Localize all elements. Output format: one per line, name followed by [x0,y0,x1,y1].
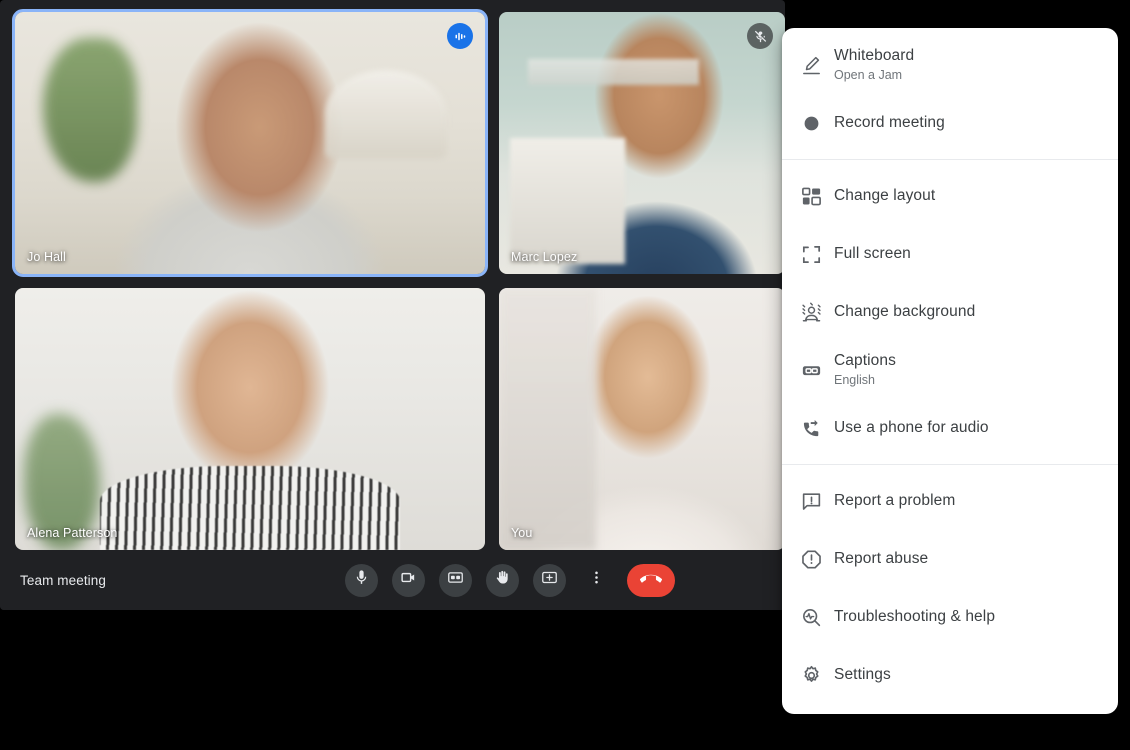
menu-item-full-screen[interactable]: Full screen [782,225,1118,283]
control-bar: Team meeting [0,550,785,610]
menu-item-use-a-phone-for-audio[interactable]: Use a phone for audio [782,399,1118,457]
menu-item-label: Change background [834,303,976,320]
tile-name-label: Jo Hall [27,250,66,264]
tile-name-label: You [511,526,533,540]
meet-window: Jo Hall Marc Lopez Alena Patterson You T… [0,0,785,610]
present-button[interactable] [533,563,566,597]
menu-item-sublabel: Open a Jam [834,68,903,82]
menu-separator [782,159,1118,160]
closed-caption-icon [447,569,464,591]
present-screen-icon [541,569,558,591]
menu-item-label: Settings [834,666,891,683]
hang-up-icon [640,567,662,594]
call-controls [345,563,675,597]
gear-icon [800,664,834,687]
fullscreen-icon [800,243,834,266]
menu-separator [782,464,1118,465]
menu-item-captions[interactable]: Captions English [782,341,1118,399]
more-options-menu: Whiteboard Open a Jam Record meeting Cha… [782,28,1118,714]
video-tile-you[interactable]: You [499,288,785,550]
menu-item-label: Captions [834,352,896,369]
feedback-icon [800,490,834,513]
video-tile-jo-hall[interactable]: Jo Hall [12,9,488,277]
menu-item-change-layout[interactable]: Change layout [782,167,1118,225]
screen: Jo Hall Marc Lopez Alena Patterson You T… [0,0,1130,750]
video-feed [499,288,785,550]
menu-item-label: Full screen [834,245,911,262]
tile-name-label: Marc Lopez [511,250,578,264]
layout-grid-icon [800,185,834,208]
video-grid: Jo Hall Marc Lopez Alena Patterson You [12,9,785,550]
menu-item-label: Record meeting [834,114,945,131]
microphone-icon [353,569,370,591]
video-tile-alena-patterson[interactable]: Alena Patterson [15,288,485,550]
menu-item-report-a-problem[interactable]: Report a problem [782,472,1118,530]
video-camera-icon [400,569,417,591]
menu-item-sublabel: English [834,373,875,387]
menu-item-whiteboard[interactable]: Whiteboard Open a Jam [782,36,1118,94]
leave-call-button[interactable] [627,563,675,597]
menu-item-troubleshooting-help[interactable]: Troubleshooting & help [782,588,1118,646]
menu-item-label: Report abuse [834,550,929,567]
video-feed [15,12,485,274]
menu-item-label: Report a problem [834,492,956,509]
video-feed [499,12,785,274]
change-background-icon [800,301,834,324]
whiteboard-pen-icon [800,54,834,77]
video-tile-marc-lopez[interactable]: Marc Lopez [499,12,785,274]
menu-item-label: Troubleshooting & help [834,608,996,625]
menu-item-label: Change layout [834,187,936,204]
menu-item-change-background[interactable]: Change background [782,283,1118,341]
more-options-button[interactable] [580,564,613,597]
meeting-title: Team meeting [20,572,106,588]
audio-level-icon [447,23,473,49]
captions-button[interactable] [439,563,472,597]
phone-forward-icon [800,417,834,440]
record-dot-icon [800,112,834,135]
raised-hand-icon [494,569,511,591]
report-abuse-icon [800,548,834,571]
raise-hand-button[interactable] [486,563,519,597]
troubleshoot-icon [800,606,834,629]
more-vertical-icon [588,569,605,591]
menu-item-settings[interactable]: Settings [782,646,1118,704]
video-feed [15,288,485,550]
menu-item-label: Use a phone for audio [834,419,989,436]
microphone-button[interactable] [345,563,378,597]
tile-name-label: Alena Patterson [27,526,118,540]
camera-button[interactable] [392,563,425,597]
menu-item-label: Whiteboard [834,47,915,64]
menu-item-record-meeting[interactable]: Record meeting [782,94,1118,152]
closed-caption-icon [800,359,834,382]
mic-off-icon [747,23,773,49]
menu-item-report-abuse[interactable]: Report abuse [782,530,1118,588]
